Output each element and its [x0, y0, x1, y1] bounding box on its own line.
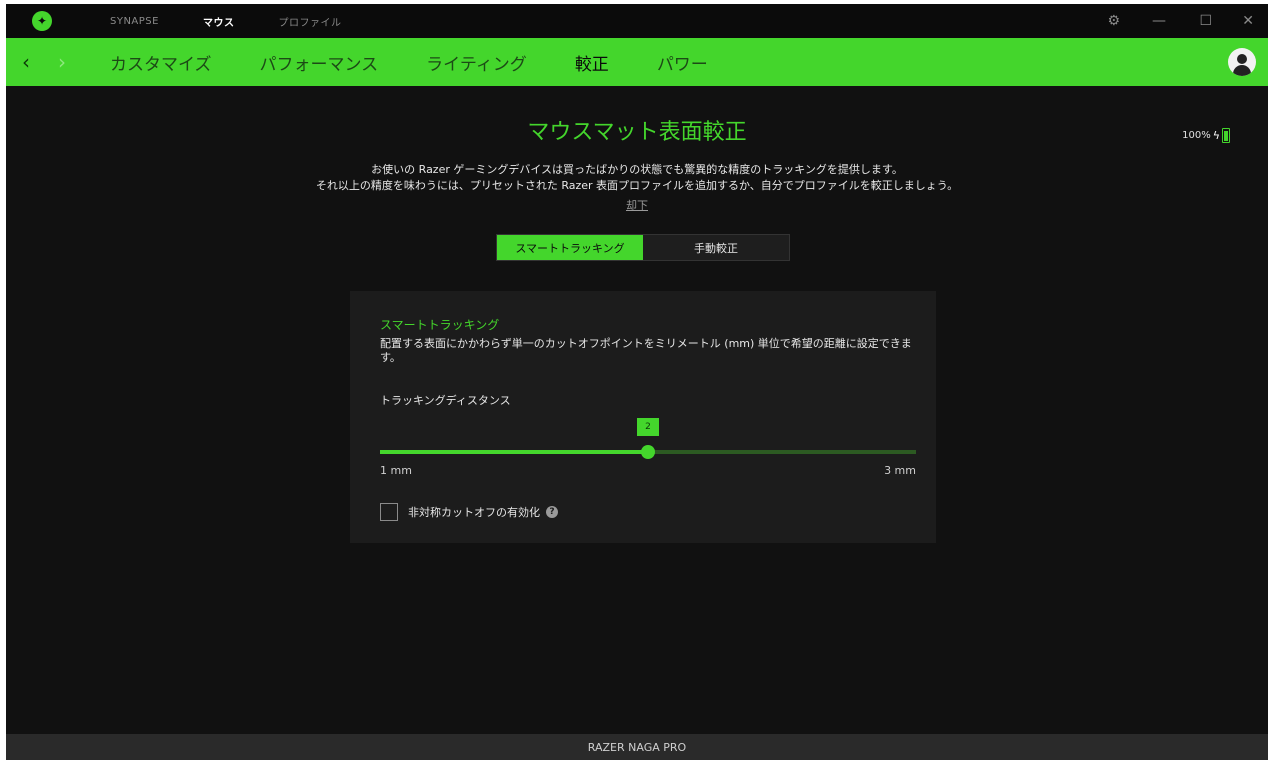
section-tabs: カスタマイズ パフォーマンス ライティング 較正 パワー	[110, 38, 756, 86]
device-footer: RAZER NAGA PRO	[6, 734, 1268, 760]
tab-lighting[interactable]: ライティング	[426, 50, 527, 75]
razer-logo-icon[interactable]: ✦	[32, 11, 52, 31]
tab-performance[interactable]: パフォーマンス	[260, 50, 379, 75]
tab-power[interactable]: パワー	[657, 50, 708, 75]
learn-more-link-row: 却下	[6, 197, 1268, 213]
title-bar: ✦ SYNAPSE マウス プロファイル ⚙ — ☐ ✕	[6, 4, 1268, 38]
page-title: マウスマット表面較正	[527, 120, 747, 145]
device-name: RAZER NAGA PRO	[587, 740, 687, 754]
forward-arrow-icon[interactable]: ›	[58, 50, 66, 74]
slider-fill	[380, 450, 648, 454]
top-tabs: SYNAPSE マウス プロファイル	[110, 4, 385, 38]
top-tab-synapse[interactable]: SYNAPSE	[110, 16, 159, 27]
asymmetric-cutoff-label: 非対称カットオフの有効化	[408, 506, 540, 519]
smart-tracking-card: スマートトラッキング 配置する表面にかかわらず単一のカットオフポイントをミリメー…	[350, 291, 936, 543]
help-icon[interactable]: ?	[546, 506, 558, 518]
page-description: お使いの Razer ゲーミングデバイスは買ったばかりの状態でも驚異的な精度のト…	[6, 162, 1268, 194]
segment-manual-calibration[interactable]: 手動較正	[643, 235, 789, 260]
slider-value-bubble: 2	[637, 418, 659, 436]
tracking-distance-slider[interactable]: 2	[380, 418, 916, 459]
card-title: スマートトラッキング	[380, 318, 500, 332]
slider-thumb[interactable]	[641, 445, 655, 459]
user-avatar-icon[interactable]	[1228, 48, 1256, 76]
slider-max-label: 3 mm	[884, 464, 916, 477]
asymmetric-cutoff-row: 非対称カットオフの有効化 ?	[380, 503, 558, 521]
app-window: ✦ SYNAPSE マウス プロファイル ⚙ — ☐ ✕ ‹ › カスタマイズ …	[6, 4, 1268, 760]
tab-calibration[interactable]: 較正	[575, 50, 609, 75]
section-nav-bar: ‹ › カスタマイズ パフォーマンス ライティング 較正 パワー	[6, 38, 1268, 86]
segment-smart-tracking[interactable]: スマートトラッキング	[497, 235, 643, 260]
maximize-icon[interactable]: ☐	[1199, 4, 1212, 38]
minimize-icon[interactable]: —	[1152, 4, 1166, 38]
settings-icon[interactable]: ⚙	[1107, 4, 1120, 38]
dismiss-link[interactable]: 却下	[626, 199, 648, 212]
back-arrow-icon[interactable]: ‹	[22, 50, 30, 74]
top-tab-mouse[interactable]: マウス	[203, 14, 235, 29]
close-icon[interactable]: ✕	[1242, 4, 1254, 38]
mode-segmented-control: スマートトラッキング 手動較正	[496, 234, 790, 261]
card-description: 配置する表面にかかわらず単一のカットオフポイントをミリメートル (mm) 単位で…	[380, 337, 912, 364]
top-tab-profile[interactable]: プロファイル	[278, 14, 341, 29]
page-description-line-2: それ以上の精度を味わうには、プリセットされた Razer 表面プロファイルを追加…	[315, 179, 959, 192]
tab-customize[interactable]: カスタマイズ	[110, 50, 212, 75]
page-description-line-1: お使いの Razer ゲーミングデバイスは買ったばかりの状態でも驚異的な精度のト…	[371, 163, 903, 176]
tracking-distance-label: トラッキングディスタンス	[380, 394, 511, 407]
asymmetric-cutoff-checkbox[interactable]	[380, 503, 398, 521]
slider-min-label: 1 mm	[380, 464, 412, 477]
